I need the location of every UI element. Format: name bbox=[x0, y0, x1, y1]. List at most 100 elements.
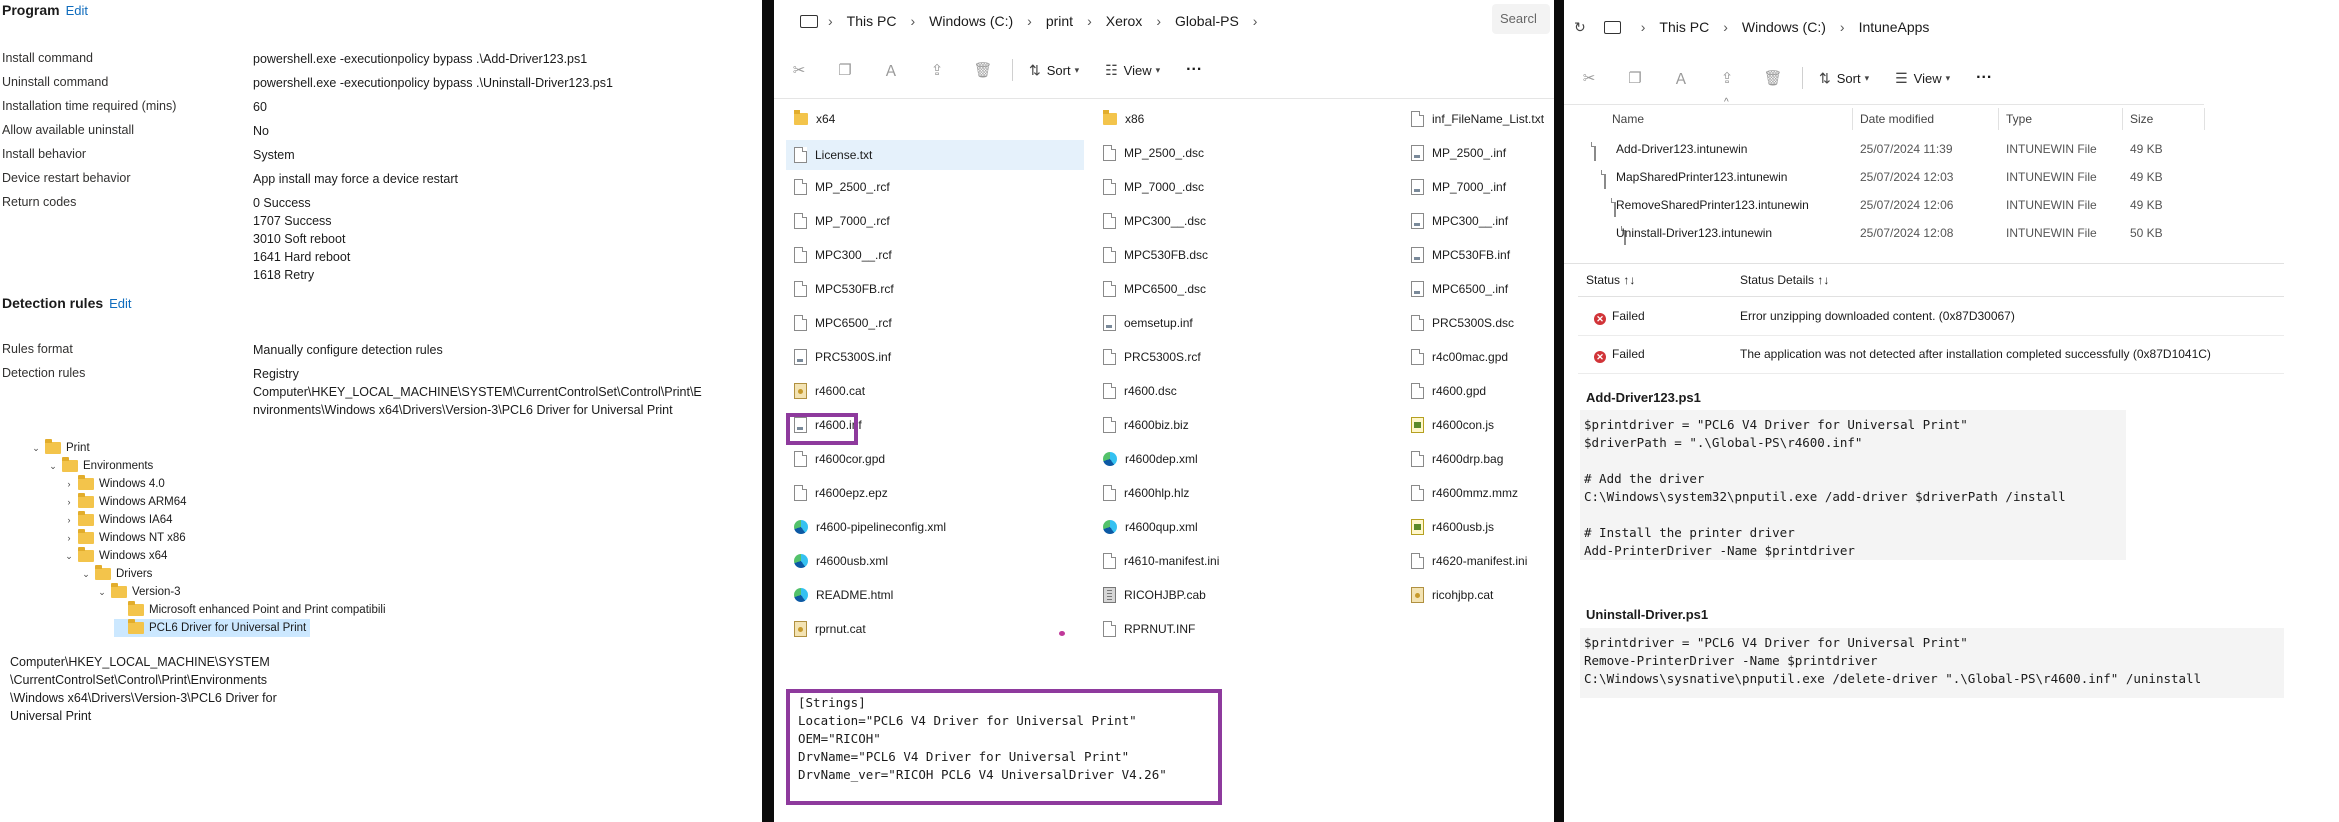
file-item[interactable]: License.txt bbox=[786, 140, 1084, 170]
file-item[interactable]: README.html bbox=[794, 584, 893, 606]
file-item[interactable]: MP_7000_.rcf bbox=[794, 210, 890, 232]
chevron-down-icon[interactable]: ⌄ bbox=[81, 565, 91, 583]
file-item[interactable]: RICOHJBP.cab bbox=[1103, 584, 1206, 606]
file-item[interactable]: r4600epz.epz bbox=[794, 482, 888, 504]
file-item[interactable]: r4600drp.bag bbox=[1411, 448, 1503, 470]
file-item[interactable]: PRC5300S.dsc bbox=[1411, 312, 1514, 334]
tree-node[interactable]: PCL6 Driver for Universal Print bbox=[114, 619, 311, 637]
file-item[interactable]: r4600.dsc bbox=[1103, 380, 1177, 402]
breadcrumb-item[interactable]: Windows (C:) bbox=[929, 13, 1013, 29]
view-button[interactable]: ☷ View ▾ bbox=[1105, 62, 1166, 79]
file-item[interactable]: x64 bbox=[794, 108, 835, 130]
file-item[interactable]: MPC6500_.inf bbox=[1411, 278, 1508, 300]
column-header[interactable]: Size bbox=[2130, 112, 2153, 126]
file-name[interactable]: Uninstall-Driver123.intunewin bbox=[1616, 226, 1772, 240]
file-item[interactable]: PRC5300S.rcf bbox=[1103, 346, 1201, 368]
file-item[interactable]: r4600con.js bbox=[1411, 414, 1494, 436]
file-item[interactable]: r4600.cat bbox=[794, 380, 865, 402]
breadcrumb-item[interactable]: Global-PS bbox=[1175, 13, 1239, 29]
file-item[interactable]: r4610-manifest.ini bbox=[1103, 550, 1219, 572]
more-options-button[interactable]: ··· bbox=[1186, 61, 1202, 79]
tree-node[interactable]: › Windows NT x86 bbox=[64, 529, 186, 547]
file-item[interactable]: r4600usb.xml bbox=[794, 550, 888, 572]
sort-button[interactable]: ⇅ Sort ▾ bbox=[1819, 70, 1875, 87]
file-item[interactable]: r4600.gpd bbox=[1411, 380, 1486, 402]
tree-node[interactable]: ⌄ Environments bbox=[48, 457, 153, 475]
rename-icon[interactable]: Ａ bbox=[1672, 69, 1690, 88]
search-box[interactable]: Searcl bbox=[1492, 4, 1550, 34]
file-item[interactable]: RPRNUT.INF bbox=[1103, 618, 1195, 640]
breadcrumb-item[interactable]: This PC bbox=[847, 13, 897, 29]
file-item[interactable]: r4600cor.gpd bbox=[794, 448, 885, 470]
file-item[interactable]: oemsetup.inf bbox=[1103, 312, 1193, 334]
file-item[interactable]: r4600mmz.mmz bbox=[1411, 482, 1518, 504]
share-icon[interactable]: ⇪ bbox=[1718, 69, 1736, 87]
file-item[interactable]: MP_2500_.inf bbox=[1411, 142, 1506, 164]
address-bar[interactable]: › This PC › Windows (C:) › print › Xerox › Globa… bbox=[800, 6, 1540, 36]
file-item[interactable]: ricohjbp.cat bbox=[1411, 584, 1493, 606]
column-separator[interactable] bbox=[2204, 108, 2205, 130]
column-separator[interactable] bbox=[1998, 108, 1999, 130]
status-column-header[interactable]: Status ↑↓ bbox=[1586, 273, 1635, 287]
file-item[interactable]: MP_7000_.inf bbox=[1411, 176, 1506, 198]
tree-node[interactable]: ⌄ Print bbox=[31, 439, 90, 457]
file-item[interactable]: MPC6500_.rcf bbox=[794, 312, 892, 334]
file-item[interactable]: MPC530FB.inf bbox=[1411, 244, 1510, 266]
file-item[interactable]: r4600hlp.hlz bbox=[1103, 482, 1189, 504]
column-separator[interactable] bbox=[2122, 108, 2123, 130]
file-item[interactable]: MP_7000_.dsc bbox=[1103, 176, 1204, 198]
file-item[interactable]: MPC530FB.rcf bbox=[794, 278, 894, 300]
file-item[interactable]: MPC6500_.dsc bbox=[1103, 278, 1206, 300]
status-details-column-header[interactable]: Status Details ↑↓ bbox=[1740, 273, 1829, 287]
file-item[interactable]: r4600dep.xml bbox=[1103, 448, 1198, 470]
file-item[interactable]: r4c00mac.gpd bbox=[1411, 346, 1508, 368]
tree-node[interactable]: › Windows 4.0 bbox=[64, 475, 165, 493]
column-separator[interactable] bbox=[1852, 108, 1853, 130]
file-item[interactable]: r4600qup.xml bbox=[1103, 516, 1198, 538]
tree-node[interactable]: › Windows ARM64 bbox=[64, 493, 187, 511]
tree-node[interactable]: ⌄ Version-3 bbox=[97, 583, 181, 601]
breadcrumb-item[interactable]: print bbox=[1046, 13, 1073, 29]
delete-icon[interactable]: 🗑 bbox=[973, 61, 992, 79]
chevron-right-icon[interactable]: › bbox=[64, 493, 74, 511]
copy-icon[interactable]: ❐ bbox=[1626, 69, 1644, 87]
chevron-down-icon[interactable]: ⌄ bbox=[64, 547, 74, 565]
file-item[interactable]: r4600usb.js bbox=[1411, 516, 1494, 538]
file-item[interactable]: inf_FileName_List.txt bbox=[1411, 108, 1544, 130]
breadcrumb-item[interactable]: Xerox bbox=[1106, 13, 1143, 29]
detection-edit-link[interactable]: Edit bbox=[109, 296, 131, 311]
share-icon[interactable]: ⇪ bbox=[928, 61, 946, 79]
tree-node[interactable]: Microsoft enhanced Point and Print compa… bbox=[114, 601, 386, 619]
delete-icon[interactable]: 🗑 bbox=[1763, 69, 1782, 87]
file-item[interactable]: MP_2500_.dsc bbox=[1103, 142, 1204, 164]
chevron-down-icon[interactable]: ⌄ bbox=[48, 457, 58, 475]
rename-icon[interactable]: Ａ bbox=[882, 61, 900, 80]
column-header[interactable]: Name bbox=[1612, 112, 1644, 126]
column-header[interactable]: Date modified bbox=[1860, 112, 1934, 126]
chevron-right-icon[interactable]: › bbox=[64, 475, 74, 493]
file-item[interactable]: MPC300__.inf bbox=[1411, 210, 1508, 232]
chevron-down-icon[interactable]: ⌄ bbox=[31, 439, 41, 457]
copy-icon[interactable]: ❐ bbox=[836, 61, 854, 79]
file-name[interactable]: RemoveSharedPrinter123.intunewin bbox=[1616, 198, 1809, 212]
file-item[interactable]: r4600biz.biz bbox=[1103, 414, 1189, 436]
file-item[interactable]: MPC300__.rcf bbox=[794, 244, 892, 266]
view-button[interactable]: ☰ View ▾ bbox=[1895, 70, 1956, 87]
column-header[interactable]: Type bbox=[2006, 112, 2032, 126]
file-item[interactable]: MP_2500_.rcf bbox=[794, 176, 890, 198]
file-item[interactable]: r4600-pipelineconfig.xml bbox=[794, 516, 946, 538]
tree-node[interactable]: › Windows IA64 bbox=[64, 511, 173, 529]
file-name[interactable]: Add-Driver123.intunewin bbox=[1616, 142, 1747, 156]
file-item[interactable]: MPC530FB.dsc bbox=[1103, 244, 1208, 266]
cut-icon[interactable]: ✂ bbox=[790, 61, 808, 79]
file-name[interactable]: MapSharedPrinter123.intunewin bbox=[1616, 170, 1787, 184]
file-item[interactable]: rprnut.cat bbox=[794, 618, 866, 640]
chevron-right-icon[interactable]: › bbox=[64, 529, 74, 547]
sort-button[interactable]: ⇅ Sort ▾ bbox=[1029, 62, 1085, 79]
file-item[interactable]: PRC5300S.inf bbox=[794, 346, 891, 368]
program-edit-link[interactable]: Edit bbox=[66, 3, 88, 18]
file-item[interactable]: MPC300__.dsc bbox=[1103, 210, 1206, 232]
more-options-button[interactable]: ··· bbox=[1976, 69, 1992, 87]
chevron-down-icon[interactable]: ⌄ bbox=[97, 583, 107, 601]
chevron-right-icon[interactable]: › bbox=[64, 511, 74, 529]
